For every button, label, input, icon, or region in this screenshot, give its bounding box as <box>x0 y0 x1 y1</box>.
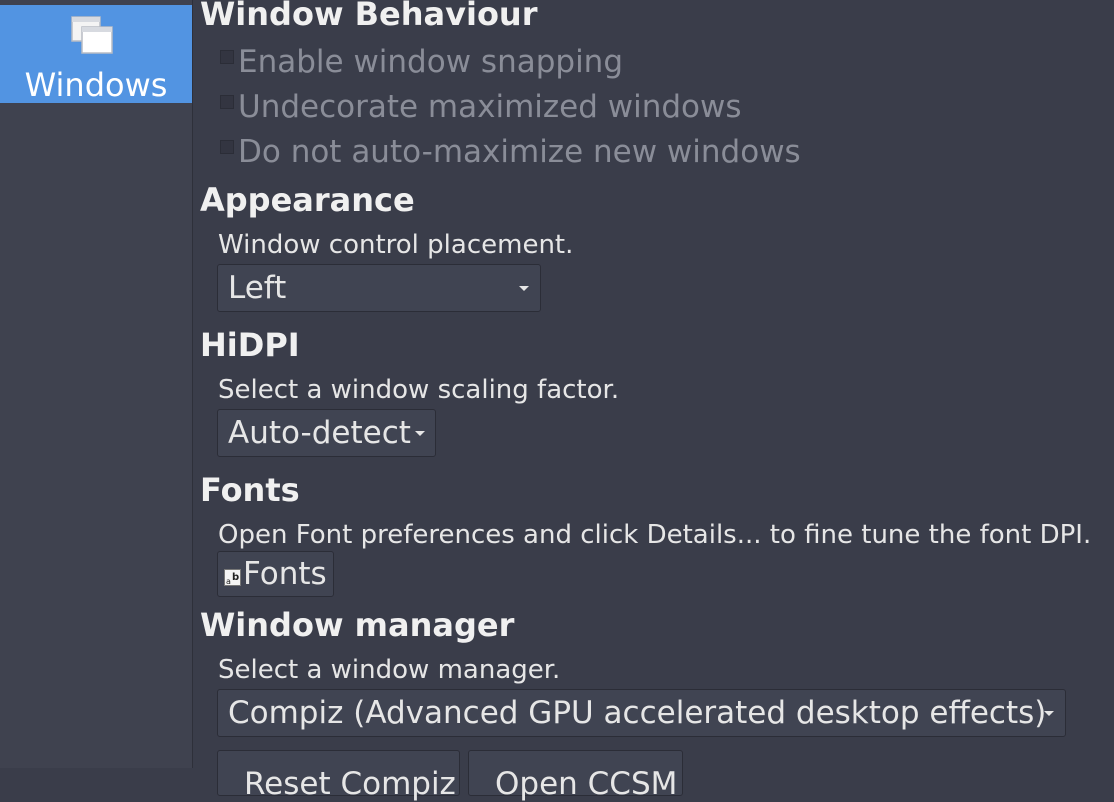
svg-text:b: b <box>232 572 239 583</box>
snapping-option[interactable]: Enable window snapping <box>220 44 623 80</box>
sidebar-item-label: Windows <box>24 66 168 104</box>
appearance-description: Window control placement. <box>218 230 574 260</box>
undecorate-option[interactable]: Undecorate maximized windows <box>220 89 742 125</box>
sidebar: Windows <box>0 0 193 768</box>
section-title-appearance: Appearance <box>200 181 415 219</box>
open-ccsm-label: Open CCSM <box>495 766 678 802</box>
sidebar-item-windows[interactable]: Windows <box>0 5 192 103</box>
scaling-factor-value: Auto-detect <box>228 415 411 451</box>
window-manager-description: Select a window manager. <box>218 655 561 685</box>
auto-maximize-option[interactable]: Do not auto-maximize new windows <box>220 134 801 170</box>
control-placement-value: Left <box>228 270 287 306</box>
fonts-button-label: Fonts <box>243 556 327 592</box>
reset-compiz-label: Reset Compiz <box>244 766 456 802</box>
fonts-icon: a b <box>224 568 241 586</box>
hidpi-description: Select a window scaling factor. <box>218 375 620 405</box>
snapping-checkbox[interactable] <box>220 50 234 64</box>
window-manager-value: Compiz (Advanced GPU accelerated desktop… <box>228 695 1047 731</box>
windows-icon <box>71 16 113 54</box>
section-title-window-behaviour: Window Behaviour <box>200 0 538 33</box>
scaling-factor-dropdown[interactable]: Auto-detect <box>217 409 436 457</box>
window-manager-dropdown[interactable]: Compiz (Advanced GPU accelerated desktop… <box>217 689 1066 737</box>
section-title-fonts: Fonts <box>200 471 300 509</box>
chevron-down-icon <box>415 431 425 436</box>
fonts-description: Open Font preferences and click Details.… <box>218 520 1092 550</box>
chevron-down-icon <box>519 286 529 291</box>
undecorate-checkbox[interactable] <box>220 95 234 109</box>
section-title-hidpi: HiDPI <box>200 326 300 364</box>
reset-compiz-button[interactable]: Reset Compiz <box>217 750 460 802</box>
open-ccsm-button[interactable]: Open CCSM <box>468 750 683 802</box>
snapping-label: Enable window snapping <box>238 44 624 80</box>
fonts-button[interactable]: a b Fonts <box>217 551 334 597</box>
auto-maximize-label: Do not auto-maximize new windows <box>238 134 801 170</box>
undecorate-label: Undecorate maximized windows <box>238 89 742 125</box>
chevron-down-icon <box>1044 711 1054 716</box>
control-placement-dropdown[interactable]: Left <box>217 264 541 312</box>
svg-text:a: a <box>226 577 231 586</box>
section-title-window-manager: Window manager <box>200 606 515 644</box>
main-panel: Window Behaviour Enable window snapping … <box>192 0 1114 802</box>
auto-maximize-checkbox[interactable] <box>220 140 234 154</box>
